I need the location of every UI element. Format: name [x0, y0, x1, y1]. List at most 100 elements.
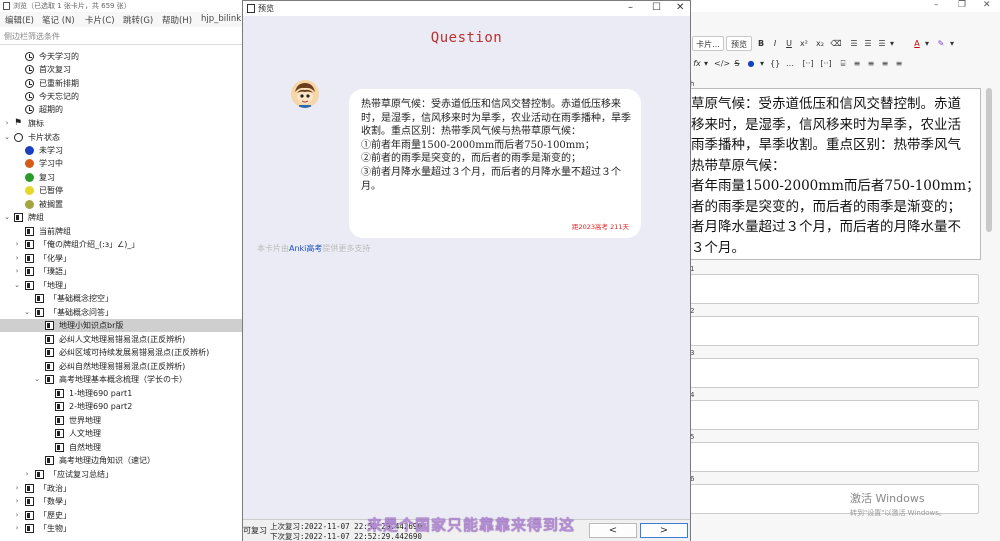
tree-item-forgotten-today[interactable]: 今天忘记的 [0, 90, 242, 103]
maximize-icon[interactable]: ☐ [652, 2, 661, 14]
tree-item-deck-cloze[interactable]: 「基础概念挖空」 [0, 292, 242, 305]
anki-gaokao-link[interactable]: Anki高考 [289, 244, 322, 253]
unordered-list-icon[interactable]: ☰ [848, 38, 860, 50]
chevron-right-icon[interactable]: › [13, 495, 21, 508]
tree-item-deck-language[interactable]: › 「璞語」 [0, 265, 242, 278]
tree-item-deck-world-geo[interactable]: 世界地理 [0, 414, 242, 427]
tree-item-flags[interactable]: › ⚑ 旗标 [0, 117, 242, 130]
underline-icon[interactable]: U [784, 38, 794, 50]
field-editor-4[interactable] [690, 400, 979, 430]
superscript-icon[interactable]: x² [798, 38, 810, 50]
chevron-right-icon[interactable]: › [23, 468, 31, 481]
tree-item-deck-biology[interactable]: › 「生物」 [0, 522, 242, 535]
tree-item-deck-chemistry[interactable]: › 「化學」 [0, 252, 242, 265]
tree-item-deck-human-geo[interactable]: 人文地理 [0, 427, 242, 440]
tree-item-deck-geography[interactable]: ⌄ 「地理」 [0, 279, 242, 292]
align-left-icon[interactable]: ≡ [852, 58, 862, 70]
next-card-button[interactable]: > [640, 523, 688, 538]
tree-item-state-new[interactable]: 未学习 [0, 144, 242, 157]
chevron-down-icon[interactable]: ▾ [948, 38, 956, 50]
cards-button[interactable]: 卡片... [692, 36, 724, 51]
tree-item-first-review[interactable]: 首次复习 [0, 63, 242, 76]
chevron-down-icon[interactable]: ⌄ [3, 131, 11, 144]
chevron-down-icon[interactable]: ▾ [923, 38, 931, 50]
chevron-down-icon[interactable]: ⌄ [23, 306, 31, 319]
minimize-icon[interactable]: – [628, 2, 633, 14]
formula-icon[interactable]: fx [692, 58, 702, 70]
tree-item-card-state[interactable]: ⌄ 卡片状态 [0, 131, 242, 144]
chevron-right-icon[interactable]: › [13, 482, 21, 495]
align-right-icon[interactable]: ≡ [880, 58, 890, 70]
menu-edit[interactable]: 编辑(E) [5, 14, 34, 26]
tree-item-state-review[interactable]: 复习 [0, 171, 242, 184]
align-icon[interactable]: ☰ [876, 38, 888, 50]
align-center-icon[interactable]: ≡ [866, 58, 876, 70]
tree-item-overdue[interactable]: 超期的 [0, 103, 242, 116]
menu-cards[interactable]: 卡片(C) [85, 14, 115, 26]
ellipsis-icon[interactable]: … [784, 58, 796, 70]
field-editor-1[interactable] [690, 274, 979, 304]
close-icon[interactable]: ✕ [676, 2, 684, 14]
menu-hjp-bilink[interactable]: hjp_bilink [201, 14, 241, 24]
tree-item-deck-part1[interactable]: 1-地理690 part1 [0, 387, 242, 400]
editor-scrollbar[interactable] [986, 88, 992, 232]
tree-item-current-deck[interactable]: 当前牌组 [0, 225, 242, 238]
field-editor-5[interactable] [690, 442, 979, 472]
preview-button[interactable]: 预览 [726, 36, 752, 51]
subscript-icon[interactable]: x₂ [814, 38, 826, 50]
tree-item-deck-regional-errors[interactable]: 必纠区域可持续发展易错易混点(正反辨析) [0, 346, 242, 359]
tree-item-today-studied[interactable]: 今天学习的 [0, 50, 242, 63]
field-editor-2[interactable] [690, 316, 979, 346]
tree-item-decks[interactable]: ⌄ 牌组 [0, 211, 242, 224]
tree-item-state-learning[interactable]: 学习中 [0, 157, 242, 170]
tree-item-deck-part2[interactable]: 2-地理690 part2 [0, 400, 242, 413]
tree-item-state-suspended[interactable]: 已暂停 [0, 184, 242, 197]
tree-item-deck-basic-concepts[interactable]: ⌄ 高考地理基本概念梳理（学长の卡） [0, 373, 242, 386]
tree-item-deck-corner-knowledge[interactable]: 高考地理边角知识（速记） [0, 454, 242, 467]
highlight-icon[interactable]: ✎ [936, 38, 946, 50]
field-editor-3[interactable] [690, 358, 979, 388]
ordered-list-icon[interactable]: ☰ [862, 38, 874, 50]
chevron-right-icon[interactable]: › [13, 522, 21, 535]
menu-go[interactable]: 跳转(G) [123, 14, 153, 26]
html-editor-icon[interactable]: </> [714, 58, 730, 70]
sidebar-search-input[interactable] [0, 28, 242, 44]
chevron-right-icon[interactable]: › [13, 265, 21, 278]
maximize-icon[interactable]: ❐ [958, 0, 966, 11]
chevron-down-icon[interactable]: ▾ [888, 38, 896, 50]
tree-item-deck-math[interactable]: › 「数學」 [0, 495, 242, 508]
tree-item-deck-physical-geo[interactable]: 自然地理 [0, 441, 242, 454]
close-icon[interactable]: ✕ [983, 0, 991, 11]
chevron-down-icon[interactable]: ▾ [758, 58, 766, 70]
chevron-down-icon[interactable]: ⌄ [13, 279, 21, 292]
table-alt-icon[interactable]: [··] [818, 58, 834, 70]
tree-item-deck-geo-tips[interactable]: 地理小知识点br版 [0, 319, 242, 332]
previous-card-button[interactable]: < [589, 523, 637, 538]
menu-notes[interactable]: 笔记 (N) [42, 14, 75, 26]
tree-item-rescheduled[interactable]: 已重新排期 [0, 77, 242, 90]
menu-help[interactable]: 帮助(H) [162, 14, 192, 26]
tree-item-deck-human-geo-errors[interactable]: 必纠人文地理易错易混点(正反辨析) [0, 333, 242, 346]
chevron-right-icon[interactable]: › [13, 252, 21, 265]
italic-icon[interactable]: I [770, 38, 780, 50]
chevron-down-icon[interactable]: ⌄ [3, 211, 11, 224]
tree-item-deck-politics[interactable]: › 「政治」 [0, 482, 242, 495]
justify-icon[interactable]: ≡ [894, 58, 904, 70]
table-icon[interactable]: [··] [800, 58, 816, 70]
chevron-down-icon[interactable]: ▾ [702, 58, 710, 70]
cloze-icon[interactable]: {} [770, 58, 780, 70]
chevron-down-icon[interactable]: ⌄ [33, 373, 41, 386]
blue-color-icon[interactable]: ● [746, 58, 756, 70]
tree-item-deck-intro[interactable]: › 「俺の牌组介绍_(:з」∠)_」 [0, 238, 242, 251]
eraser-icon[interactable]: ⌫ [830, 38, 842, 50]
image-icon[interactable]: ⌸ [838, 58, 848, 70]
tree-item-deck-qa[interactable]: ⌄ 「基础概念问答」 [0, 306, 242, 319]
minimize-icon[interactable]: – [934, 0, 939, 11]
tree-item-state-buried[interactable]: 被搁置 [0, 198, 242, 211]
tree-item-deck-exam-summary[interactable]: › 「应试复习总结」 [0, 468, 242, 481]
front-field-editor[interactable]: 草原气候：受赤道低压和信风交替控制。赤道 移来时，是湿季，信风移来时为旱季，农业… [690, 88, 981, 260]
chevron-right-icon[interactable]: › [13, 509, 21, 522]
tree-item-deck-history[interactable]: › 「歷史」 [0, 509, 242, 522]
text-color-icon[interactable]: A [912, 38, 922, 50]
bold-icon[interactable]: B [756, 38, 766, 50]
